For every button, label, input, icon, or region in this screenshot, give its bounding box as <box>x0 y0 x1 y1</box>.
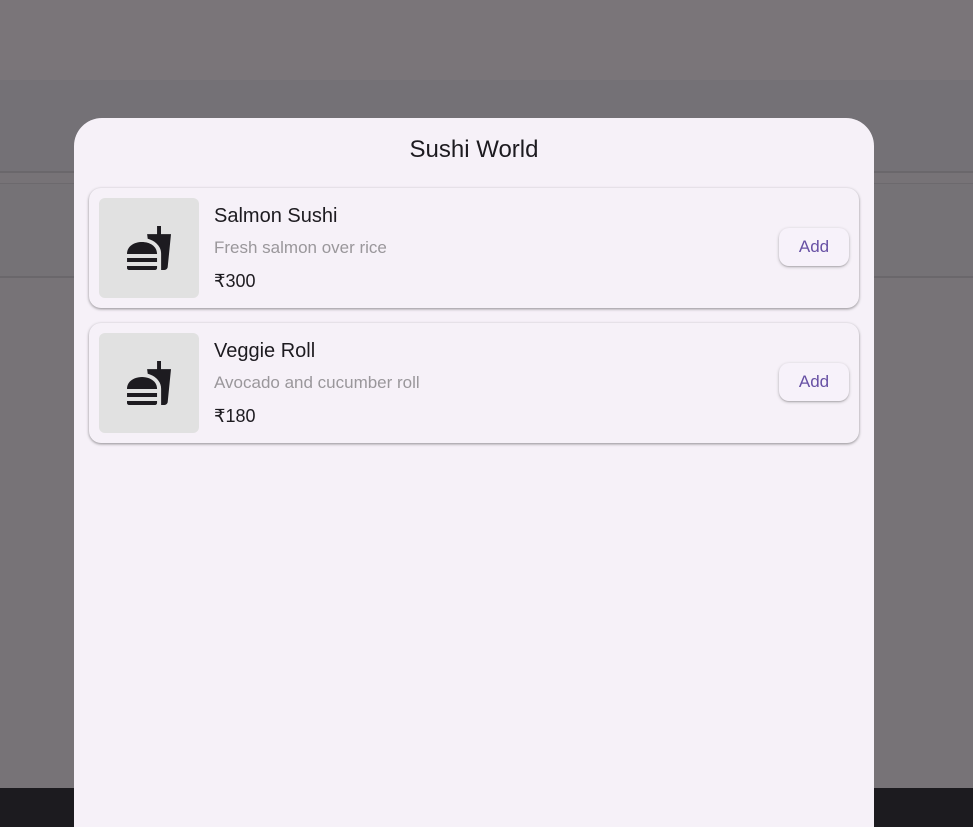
item-description: Avocado and cucumber roll <box>214 373 420 392</box>
menu-item-card: Veggie Roll Avocado and cucumber roll ₹1… <box>89 323 859 443</box>
background-status-area <box>0 0 973 80</box>
fastfood-icon <box>127 361 171 405</box>
item-description: Fresh salmon over rice <box>214 238 387 257</box>
item-name: Veggie Roll <box>214 340 316 362</box>
item-thumbnail <box>99 198 199 298</box>
item-name: Salmon Sushi <box>214 205 338 227</box>
add-button[interactable]: Add <box>779 363 849 401</box>
item-price: ₹180 <box>214 406 256 426</box>
fastfood-icon <box>127 226 171 270</box>
menu-bottom-sheet: Sushi World Salmon Sushi Fresh salmon ov… <box>74 118 874 827</box>
sheet-title: Sushi World <box>409 136 539 163</box>
item-price: ₹300 <box>214 271 256 291</box>
add-button[interactable]: Add <box>779 228 849 266</box>
menu-item-card: Salmon Sushi Fresh salmon over rice ₹300… <box>89 188 859 308</box>
item-thumbnail <box>99 333 199 433</box>
